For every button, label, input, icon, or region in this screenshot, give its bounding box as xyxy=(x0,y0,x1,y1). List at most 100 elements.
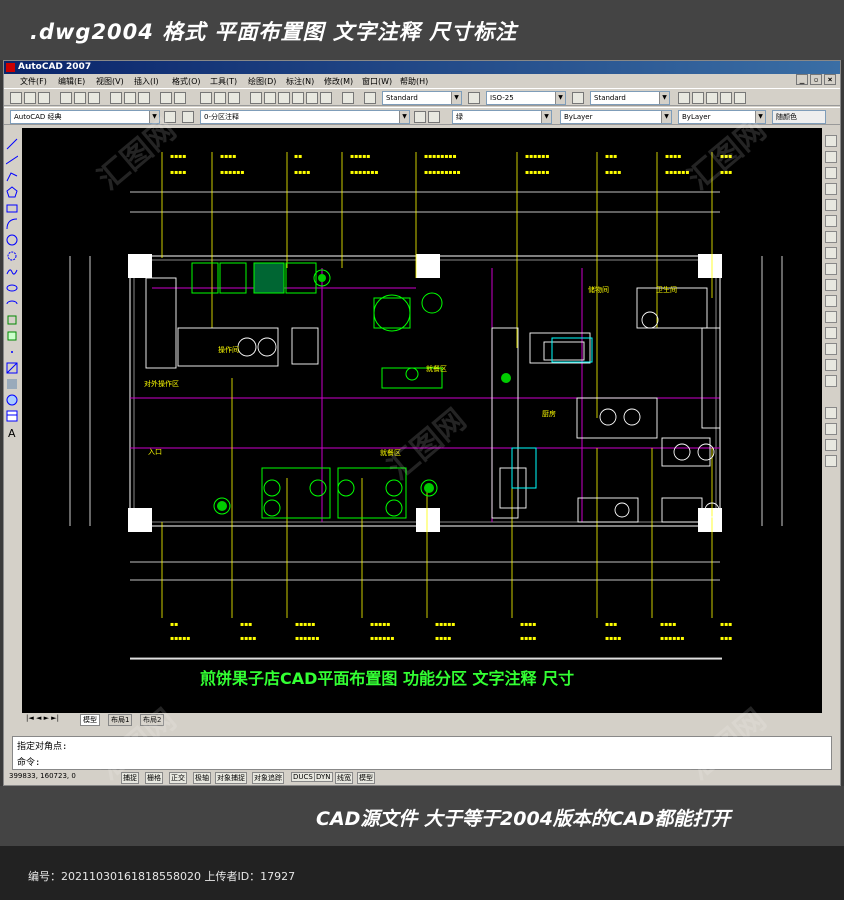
spline-icon[interactable] xyxy=(6,263,18,275)
menu-format[interactable]: 格式(O) xyxy=(172,76,201,87)
mirror-icon[interactable] xyxy=(825,167,837,179)
make-block-icon[interactable] xyxy=(6,327,18,341)
dim-angular-icon[interactable] xyxy=(734,92,746,104)
menu-tools[interactable]: 工具(T) xyxy=(210,76,237,87)
move-icon[interactable] xyxy=(825,215,837,227)
design-center-icon[interactable] xyxy=(264,92,276,104)
extend-icon[interactable] xyxy=(825,295,837,307)
otrack-toggle[interactable]: 对象追踪 xyxy=(252,772,284,784)
dim-arc-icon[interactable] xyxy=(706,92,718,104)
menu-view[interactable]: 视图(V) xyxy=(96,76,124,87)
menu-dimension[interactable]: 标注(N) xyxy=(286,76,314,87)
lineweight-toggle[interactable]: 线宽 xyxy=(335,772,353,784)
fillet-icon[interactable] xyxy=(825,359,837,371)
make-current-icon[interactable] xyxy=(414,111,426,123)
dyn-toggle[interactable]: DYN xyxy=(314,772,333,782)
tab-nav-icon[interactable]: |◄ ◄ ► ►| xyxy=(26,714,59,722)
menu-window[interactable]: 窗口(W) xyxy=(362,76,392,87)
menu-file[interactable]: 文件(F) xyxy=(20,76,47,87)
calculator-icon[interactable] xyxy=(320,92,332,104)
help-icon[interactable] xyxy=(342,92,354,104)
ellipse-arc-icon[interactable] xyxy=(6,295,18,307)
rectangle-icon[interactable] xyxy=(6,199,18,213)
paste-icon[interactable] xyxy=(138,92,150,104)
color-select[interactable]: 绿 ▼ xyxy=(452,110,552,124)
command-prompt[interactable]: 命令: xyxy=(17,755,40,768)
line-icon[interactable] xyxy=(6,135,18,150)
draworder-icon[interactable] xyxy=(825,407,837,419)
layer-select[interactable]: 0-分区注释 ▼ xyxy=(200,110,410,124)
table-style-select[interactable]: Standard ▼ xyxy=(590,91,670,105)
tool-palettes-icon[interactable] xyxy=(278,92,290,104)
tab-layout2[interactable]: 布局2 xyxy=(140,714,165,726)
chamfer-icon[interactable] xyxy=(825,343,837,355)
dim-radius-icon[interactable] xyxy=(720,92,732,104)
lineweight-select[interactable]: ByLayer ▼ xyxy=(678,110,766,124)
join-icon[interactable] xyxy=(825,327,837,339)
array-icon[interactable] xyxy=(825,199,837,211)
menu-draw[interactable]: 绘图(D) xyxy=(248,76,276,87)
polygon-icon[interactable] xyxy=(6,183,18,198)
table-icon[interactable] xyxy=(6,407,18,422)
tab-model[interactable]: 模型 xyxy=(80,714,100,726)
ducs-toggle[interactable]: DUCS xyxy=(291,772,315,782)
pan-icon[interactable] xyxy=(200,92,212,104)
tab-layout1[interactable]: 布局1 xyxy=(108,714,133,726)
workspace-settings-icon[interactable] xyxy=(164,111,176,123)
open-icon[interactable] xyxy=(24,92,36,104)
publish-icon[interactable] xyxy=(88,92,100,104)
trim-icon[interactable] xyxy=(825,279,837,291)
model-toggle[interactable]: 模型 xyxy=(357,772,375,784)
zoom-icon[interactable] xyxy=(214,92,226,104)
polyline-icon[interactable] xyxy=(6,167,18,182)
undo-icon[interactable] xyxy=(160,92,172,104)
minimize-button[interactable]: _ xyxy=(796,74,808,85)
rotate-icon[interactable] xyxy=(825,231,837,243)
menu-help[interactable]: 帮助(H) xyxy=(400,76,428,87)
dim-aligned-icon[interactable] xyxy=(692,92,704,104)
menu-modify[interactable]: 修改(M) xyxy=(324,76,353,87)
menu-insert[interactable]: 插入(I) xyxy=(134,76,159,87)
region-icon[interactable] xyxy=(6,391,18,406)
preview-icon[interactable] xyxy=(74,92,86,104)
polar-toggle[interactable]: 极轴 xyxy=(193,772,211,784)
properties-icon[interactable] xyxy=(250,92,262,104)
menu-edit[interactable]: 编辑(E) xyxy=(58,76,85,87)
break-icon[interactable] xyxy=(825,311,837,323)
gradient-icon[interactable] xyxy=(6,375,18,389)
draworder-back-icon[interactable] xyxy=(825,423,837,435)
draworder-under-icon[interactable] xyxy=(825,455,837,467)
layer-manager-icon[interactable] xyxy=(182,111,194,123)
grid-toggle[interactable]: 栅格 xyxy=(145,772,163,784)
drawing-canvas[interactable]: ▪▪▪▪ ▪▪▪▪ ▪▪▪▪ ▪▪▪▪▪▪ ▪▪ ▪▪▪▪ ▪▪▪▪▪ ▪▪▪▪▪▪▪ … xyxy=(22,128,822,713)
dim-style-select[interactable]: ISO-25 ▼ xyxy=(486,91,566,105)
offset-icon[interactable] xyxy=(825,183,837,195)
print-icon[interactable] xyxy=(60,92,72,104)
new-icon[interactable] xyxy=(10,92,22,104)
layer-previous-icon[interactable] xyxy=(428,111,440,123)
snap-toggle[interactable]: 捕捉 xyxy=(121,772,139,784)
hatch-icon[interactable] xyxy=(6,359,18,374)
circle-icon[interactable] xyxy=(6,231,18,246)
arc-icon[interactable] xyxy=(6,215,18,230)
point-icon[interactable] xyxy=(6,343,18,355)
erase-icon[interactable] xyxy=(825,135,837,147)
stretch-icon[interactable] xyxy=(825,263,837,275)
construction-line-icon[interactable] xyxy=(5,151,19,165)
dim-linear-icon[interactable] xyxy=(678,92,690,104)
copy-object-icon[interactable] xyxy=(825,151,837,163)
mtext-icon[interactable]: A xyxy=(6,423,18,440)
scale-icon[interactable] xyxy=(825,247,837,259)
explode-icon[interactable] xyxy=(825,375,837,387)
ortho-toggle[interactable]: 正交 xyxy=(169,772,187,784)
redo-icon[interactable] xyxy=(174,92,186,104)
markup-icon[interactable] xyxy=(306,92,318,104)
linetype-select[interactable]: ByLayer ▼ xyxy=(560,110,672,124)
command-window[interactable]: 指定对角点: 命令: xyxy=(12,736,832,770)
workspace-select[interactable]: AutoCAD 经典 ▼ xyxy=(10,110,160,124)
ellipse-icon[interactable] xyxy=(6,279,18,292)
draworder-above-icon[interactable] xyxy=(825,439,837,451)
copy-icon[interactable] xyxy=(124,92,136,104)
text-style-select[interactable]: Standard ▼ xyxy=(382,91,462,105)
restore-button[interactable]: ▫ xyxy=(810,74,822,85)
